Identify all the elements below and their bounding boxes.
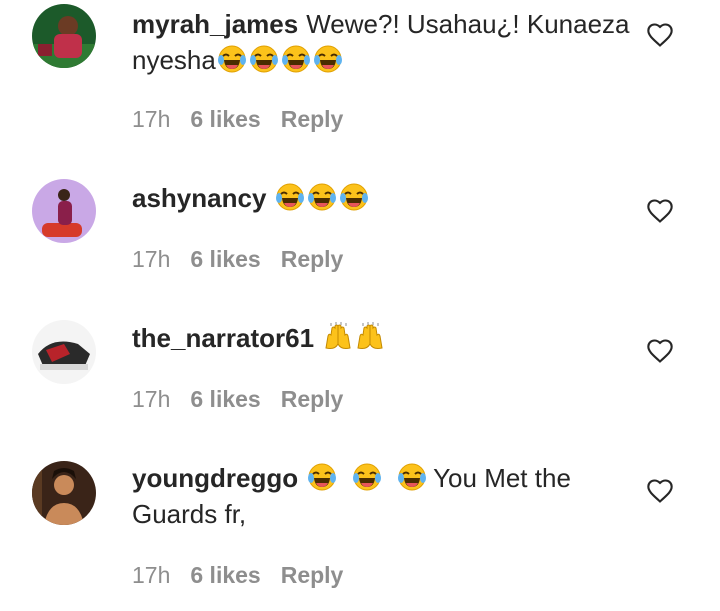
comment-time: 17h [132,386,171,412]
likes-count[interactable]: 6 likes [190,106,260,132]
face-with-tears-of-joy-icon [339,182,369,212]
reply-button[interactable]: Reply [281,562,344,588]
comment-time: 17h [132,106,171,132]
reply-button[interactable]: Reply [281,386,344,412]
face-with-tears-of-joy-icon [281,44,311,74]
reply-button[interactable]: Reply [281,246,344,272]
face-with-tears-of-joy-icon [397,462,427,492]
comment-username[interactable]: youngdreggo [132,463,298,493]
comment-text: ashynancy [132,180,632,216]
face-with-tears-of-joy-icon [352,462,382,492]
comment-username[interactable]: the_narrator61 [132,323,314,353]
comment-item: ashynancy 17h 6 likes Reply [0,150,720,290]
likes-count[interactable]: 6 likes [190,386,260,412]
raising-hands-icon [355,322,385,352]
face-with-tears-of-joy-icon [307,182,337,212]
avatar[interactable] [32,461,96,525]
face-with-tears-of-joy-icon [275,182,305,212]
comment-username[interactable]: myrah_james [132,9,298,39]
avatar[interactable] [32,320,96,384]
avatar[interactable] [32,4,96,68]
face-with-tears-of-joy-icon [313,44,343,74]
comment-text: myrah_james Wewe?! Usahau¿! Kunaeza nyesh… [132,6,632,78]
comment-meta: 17h 6 likes Reply [132,385,363,413]
heart-outline-icon[interactable] [646,477,674,505]
comment-meta: 17h 6 likes Reply [132,245,363,273]
avatar[interactable] [32,179,96,243]
comment-item: the_narrator61 17h 6 likes Reply [0,290,720,430]
comment-meta: 17h 6 likes Reply [132,561,363,589]
comment-item: youngdreggo You Met the Guards fr, 17h 6 l… [0,430,720,611]
likes-count[interactable]: 6 likes [190,246,260,272]
comment-item: myrah_james Wewe?! Usahau¿! Kunaeza nyesh… [0,0,720,150]
reply-button[interactable]: Reply [281,106,344,132]
face-with-tears-of-joy-icon [307,462,337,492]
comment-time: 17h [132,562,171,588]
face-with-tears-of-joy-icon [217,44,247,74]
heart-outline-icon[interactable] [646,337,674,365]
face-with-tears-of-joy-icon [249,44,279,74]
comment-time: 17h [132,246,171,272]
comment-text: youngdreggo You Met the Guards fr, [132,460,632,532]
heart-outline-icon[interactable] [646,197,674,225]
comment-text: the_narrator61 [132,320,632,356]
likes-count[interactable]: 6 likes [190,562,260,588]
comment-username[interactable]: ashynancy [132,183,266,213]
raising-hands-icon [323,322,353,352]
comment-meta: 17h 6 likes Reply [132,105,363,133]
heart-outline-icon[interactable] [646,21,674,49]
